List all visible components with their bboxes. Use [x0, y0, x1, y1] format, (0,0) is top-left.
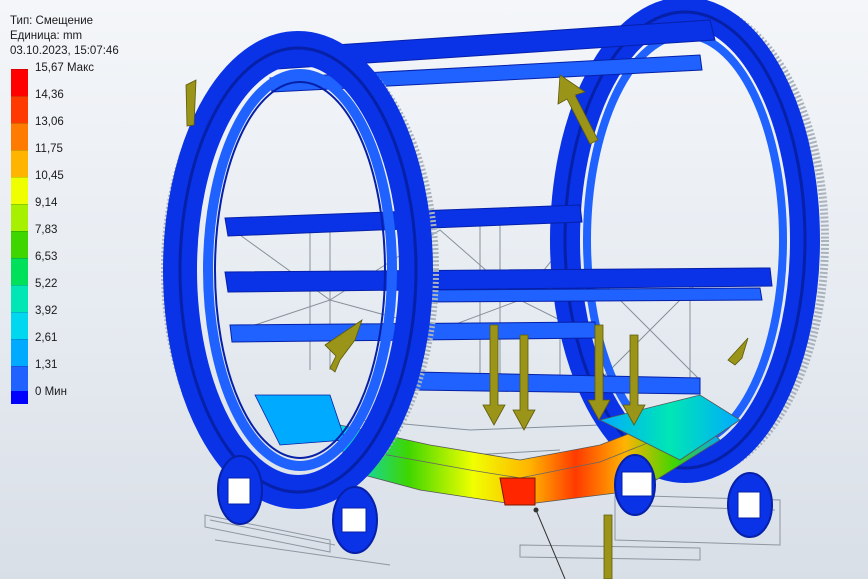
legend-label: 15,67 Макс: [35, 62, 94, 74]
legend-label: 2,61: [35, 332, 58, 344]
legend-swatch-min: [11, 391, 28, 404]
legend-label: 14,36: [35, 89, 64, 101]
legend-label: 5,22: [35, 278, 58, 290]
legend-swatch: [11, 150, 28, 177]
legend-swatch: [11, 312, 28, 339]
legend-swatch: [11, 231, 28, 258]
legend-label: 9,14: [35, 197, 58, 209]
result-unit: Единица: mm: [10, 30, 83, 42]
legend-swatch: [11, 69, 28, 96]
legend-swatch: [11, 123, 28, 150]
result-type: Тип: Смещение: [10, 15, 94, 27]
model-viewport[interactable]: [0, 0, 868, 579]
legend-swatch: [11, 96, 28, 123]
legend-label: 10,45: [35, 170, 64, 182]
legend-label: 0 Мин: [35, 386, 67, 398]
legend-swatch: [11, 339, 28, 366]
result-timestamp: 03.10.2023, 15:07:46: [10, 45, 119, 57]
legend-label: 13,06: [35, 116, 64, 128]
legend-swatch: [11, 366, 28, 393]
legend-swatch: [11, 204, 28, 231]
legend-swatch: [11, 285, 28, 312]
legend-swatch: [11, 258, 28, 285]
legend-swatch: [11, 177, 28, 204]
probe-leader: [533, 507, 566, 579]
result-info: Тип: Смещение Единица: mm 03.10.2023, 15…: [10, 14, 119, 59]
legend-label: 7,83: [35, 224, 58, 236]
legend-label: 11,75: [35, 143, 63, 155]
legend-label: 6,53: [35, 251, 58, 263]
legend-label: 3,92: [35, 305, 58, 317]
legend-label: 1,31: [35, 359, 58, 371]
